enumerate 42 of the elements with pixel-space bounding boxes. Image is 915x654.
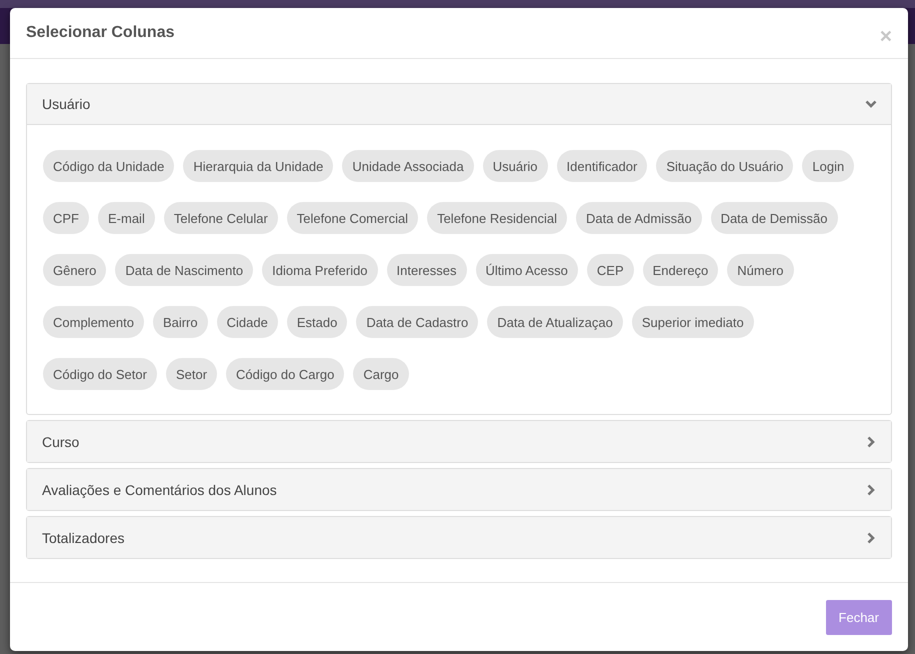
column-chip[interactable]: Data de Nascimento bbox=[115, 254, 254, 286]
column-chip[interactable]: Complemento bbox=[43, 306, 144, 338]
column-chip[interactable]: Gênero bbox=[43, 254, 106, 286]
modal-title: Selecionar Colunas bbox=[26, 24, 174, 42]
panel-header[interactable]: Curso bbox=[27, 421, 891, 462]
column-chip[interactable]: Identificador bbox=[556, 150, 648, 182]
column-chip[interactable]: Cidade bbox=[216, 306, 278, 338]
column-chip[interactable]: Último Acesso bbox=[476, 254, 578, 286]
column-chip[interactable]: Usuário bbox=[482, 150, 548, 182]
column-chip[interactable]: Hierarquia da Unidade bbox=[183, 150, 334, 182]
panel-header[interactable]: Totalizadores bbox=[27, 517, 891, 558]
column-chip[interactable]: Situação do Usuário bbox=[656, 150, 794, 182]
column-chip[interactable]: Superior imediato bbox=[632, 306, 754, 338]
panel-header[interactable]: Avaliações e Comentários dos Alunos bbox=[27, 469, 891, 510]
column-chip[interactable]: Telefone Residencial bbox=[427, 202, 568, 234]
column-chip[interactable]: Endereço bbox=[642, 254, 718, 286]
column-chip[interactable]: Unidade Associada bbox=[342, 150, 474, 182]
column-chip[interactable]: CPF bbox=[43, 202, 89, 234]
chevron-right-icon bbox=[865, 436, 877, 448]
column-chip[interactable]: Telefone Celular bbox=[164, 202, 278, 234]
column-chip[interactable]: Código do Cargo bbox=[226, 358, 344, 390]
column-chip[interactable]: Data de Demissão bbox=[710, 202, 838, 234]
column-chip[interactable]: Data de Cadastro bbox=[356, 306, 478, 338]
chevron-down-icon bbox=[865, 98, 877, 110]
column-chip[interactable]: Interesses bbox=[386, 254, 467, 286]
column-chip[interactable]: Cargo bbox=[353, 358, 409, 390]
column-chip[interactable]: Telefone Comercial bbox=[286, 202, 418, 234]
column-chip[interactable]: Setor bbox=[166, 358, 218, 390]
column-chip[interactable]: Idioma Preferido bbox=[262, 254, 378, 286]
column-chip[interactable]: Estado bbox=[286, 306, 348, 338]
panel-header[interactable]: Usuário bbox=[27, 84, 891, 125]
column-chip[interactable]: Login bbox=[802, 150, 854, 182]
column-chip[interactable]: Data de Admissão bbox=[576, 202, 702, 234]
column-chip[interactable]: CEP bbox=[586, 254, 634, 286]
column-chip[interactable]: Número bbox=[727, 254, 794, 286]
column-chip[interactable]: Bairro bbox=[152, 306, 208, 338]
chevron-right-icon bbox=[865, 484, 877, 496]
column-chip[interactable]: Código da Unidade bbox=[43, 150, 174, 182]
column-chip[interactable]: Código do Setor bbox=[43, 358, 157, 390]
column-chip[interactable]: Data de Atualizaçao bbox=[487, 306, 623, 338]
chevron-right-icon bbox=[865, 532, 877, 544]
column-chip[interactable]: E-mail bbox=[98, 202, 155, 234]
